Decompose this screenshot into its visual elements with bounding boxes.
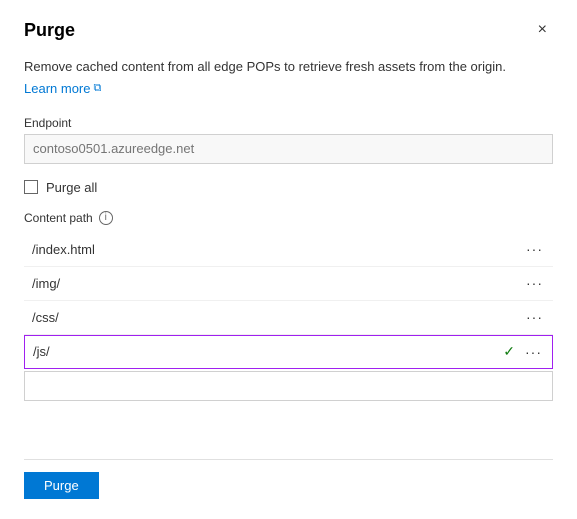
dialog-description: Remove cached content from all edge POPs…	[24, 57, 553, 77]
dialog-header: Purge ×	[24, 20, 553, 41]
path-more-button[interactable]: ···	[520, 307, 549, 327]
external-link-icon: ⧉	[93, 82, 101, 95]
endpoint-input[interactable]	[24, 134, 553, 164]
endpoint-label: Endpoint	[24, 116, 553, 130]
dialog-title: Purge	[24, 20, 75, 41]
dialog-footer: Purge	[24, 459, 553, 499]
path-row: /img/ ···	[24, 267, 553, 301]
info-icon: i	[99, 211, 113, 225]
check-icon: ✓	[503, 343, 515, 360]
new-path-input[interactable]	[33, 378, 548, 393]
close-button[interactable]: ×	[532, 20, 553, 40]
path-text: /css/	[32, 310, 520, 325]
learn-more-link[interactable]: Learn more ⧉	[24, 81, 553, 96]
content-path-header: Content path i	[24, 211, 553, 225]
purge-all-label: Purge all	[46, 180, 97, 195]
path-more-button[interactable]: ···	[520, 239, 549, 259]
purge-dialog: Purge × Remove cached content from all e…	[0, 0, 577, 519]
path-text: /img/	[32, 276, 520, 291]
new-path-row	[24, 371, 553, 401]
path-text: /index.html	[32, 242, 520, 257]
content-path-label: Content path	[24, 211, 93, 225]
purge-all-checkbox[interactable]	[24, 180, 38, 194]
path-row: /css/ ···	[24, 301, 553, 335]
path-more-button[interactable]: ···	[519, 342, 548, 362]
path-row-active: /js/ ✓ ···	[24, 335, 553, 369]
purge-all-row: Purge all	[24, 180, 553, 195]
path-more-button[interactable]: ···	[520, 273, 549, 293]
path-text: /js/	[33, 344, 503, 359]
learn-more-label: Learn more	[24, 81, 90, 96]
path-list: /index.html ··· /img/ ··· /css/ ··· /js/…	[24, 233, 553, 444]
purge-button[interactable]: Purge	[24, 472, 99, 499]
path-row: /index.html ···	[24, 233, 553, 267]
